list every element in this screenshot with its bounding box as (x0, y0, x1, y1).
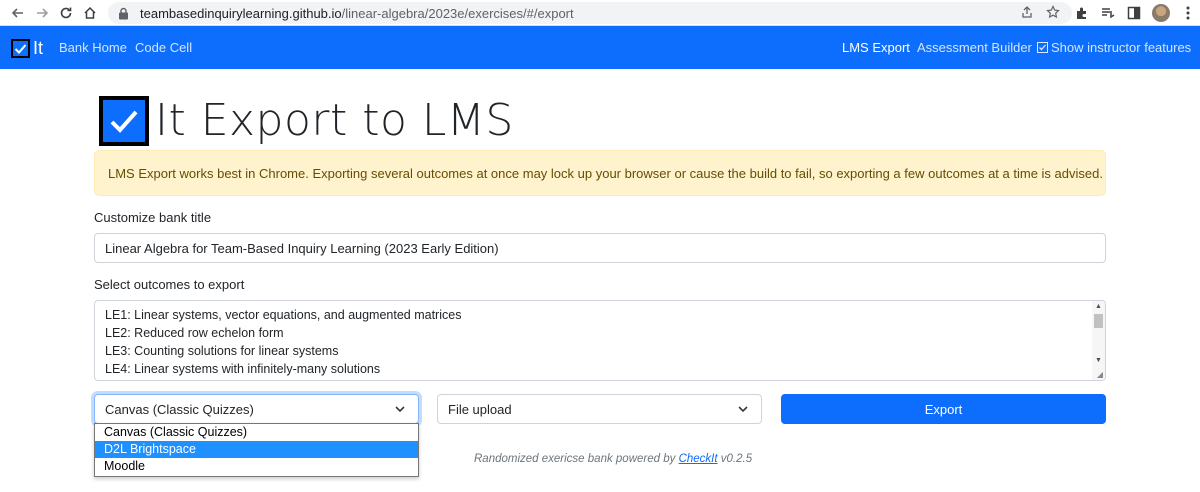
extensions-puzzle-icon[interactable] (1074, 5, 1090, 21)
reading-list-icon[interactable] (1100, 5, 1116, 21)
page-title: It Export to LMS (99, 95, 514, 146)
outcome-option[interactable]: LE4: Linear systems with infinitely-many… (105, 362, 380, 376)
nav-link-bank-home[interactable]: Bank Home (59, 40, 127, 55)
side-panel-icon[interactable] (1126, 5, 1142, 21)
bookmark-star-icon[interactable] (1046, 5, 1060, 22)
more-menu-icon[interactable] (1180, 5, 1196, 21)
scroll-down-arrow-icon[interactable]: ▼ (1095, 357, 1102, 364)
nav-link-code-cell[interactable]: Code Cell (135, 40, 192, 55)
chevron-down-icon (738, 406, 748, 413)
dropdown-option-canvas[interactable]: Canvas (Classic Quizzes) (95, 424, 418, 441)
checkbox-logo-icon (99, 95, 149, 146)
brand-logo[interactable]: It (11, 38, 43, 59)
dropdown-option-moodle[interactable]: Moodle (95, 458, 418, 475)
footer-version: v0.2.5 (720, 453, 753, 465)
scroll-thumb[interactable] (1094, 314, 1103, 328)
dropdown-option-d2l[interactable]: D2L Brightspace (95, 441, 418, 458)
nav-link-assessment-builder[interactable]: Assessment Builder (917, 40, 1032, 55)
lms-select-value: Canvas (Classic Quizzes) (105, 401, 254, 417)
nav-link-lms-export[interactable]: LMS Export (842, 40, 910, 55)
resize-handle-icon[interactable]: ◢ (1097, 370, 1103, 379)
url-path: /linear-algebra/2023e/exercises/#/export (341, 5, 574, 21)
scroll-up-arrow-icon[interactable]: ▲ (1095, 303, 1102, 310)
instructor-features-toggle[interactable]: Show instructor features (1037, 40, 1191, 55)
home-icon[interactable] (78, 2, 102, 24)
outcome-option[interactable]: LE2: Reduced row echelon form (105, 326, 284, 340)
chevron-down-icon (395, 406, 405, 413)
outcome-option[interactable]: LE3: Counting solutions for linear syste… (105, 344, 338, 358)
checkit-link[interactable]: CheckIt (679, 453, 718, 465)
bank-title-label: Customize bank title (94, 210, 212, 225)
warning-alert: LMS Export works best in Chrome. Exporti… (94, 150, 1106, 196)
share-icon[interactable] (1020, 5, 1034, 22)
brand-text: It (33, 38, 44, 58)
profile-avatar[interactable] (1152, 4, 1170, 22)
footer-credit: Randomized exericse bank powered by Chec… (474, 453, 752, 465)
footer-text: Randomized exericse bank powered by (474, 453, 676, 465)
outcomes-scrollbar[interactable]: ▲ ▼ (1092, 301, 1105, 380)
outcome-option[interactable]: LE1: Linear systems, vector equations, a… (105, 308, 461, 322)
lock-icon (118, 6, 132, 20)
instructor-toggle-label: Show instructor features (1051, 40, 1192, 55)
outcomes-label: Select outcomes to export (94, 277, 245, 292)
method-select[interactable]: File upload (437, 394, 762, 424)
export-button[interactable]: Export (781, 394, 1106, 424)
checked-box-icon (1037, 42, 1048, 53)
reload-icon[interactable] (54, 2, 78, 24)
url-host: teambasedinquirylearning.github.io (140, 5, 342, 21)
lms-dropdown-list: Canvas (Classic Quizzes) D2L Brightspace… (94, 423, 419, 477)
method-select-value: File upload (448, 401, 512, 417)
checkbox-logo-icon (11, 39, 30, 58)
back-arrow-icon[interactable] (6, 2, 30, 24)
forward-arrow-icon[interactable] (30, 2, 54, 24)
page-title-text: It Export to LMS (155, 95, 514, 146)
outcomes-multiselect[interactable]: LE1: Linear systems, vector equations, a… (94, 300, 1106, 381)
address-bar[interactable]: teambasedinquirylearning.github.io/linea… (108, 2, 1072, 24)
app-navbar: It Bank Home Code Cell LMS Export Assess… (0, 26, 1200, 69)
browser-toolbar: teambasedinquirylearning.github.io/linea… (0, 0, 1200, 26)
bank-title-input[interactable]: Linear Algebra for Team-Based Inquiry Le… (94, 233, 1106, 263)
lms-select[interactable]: Canvas (Classic Quizzes) (94, 394, 419, 424)
